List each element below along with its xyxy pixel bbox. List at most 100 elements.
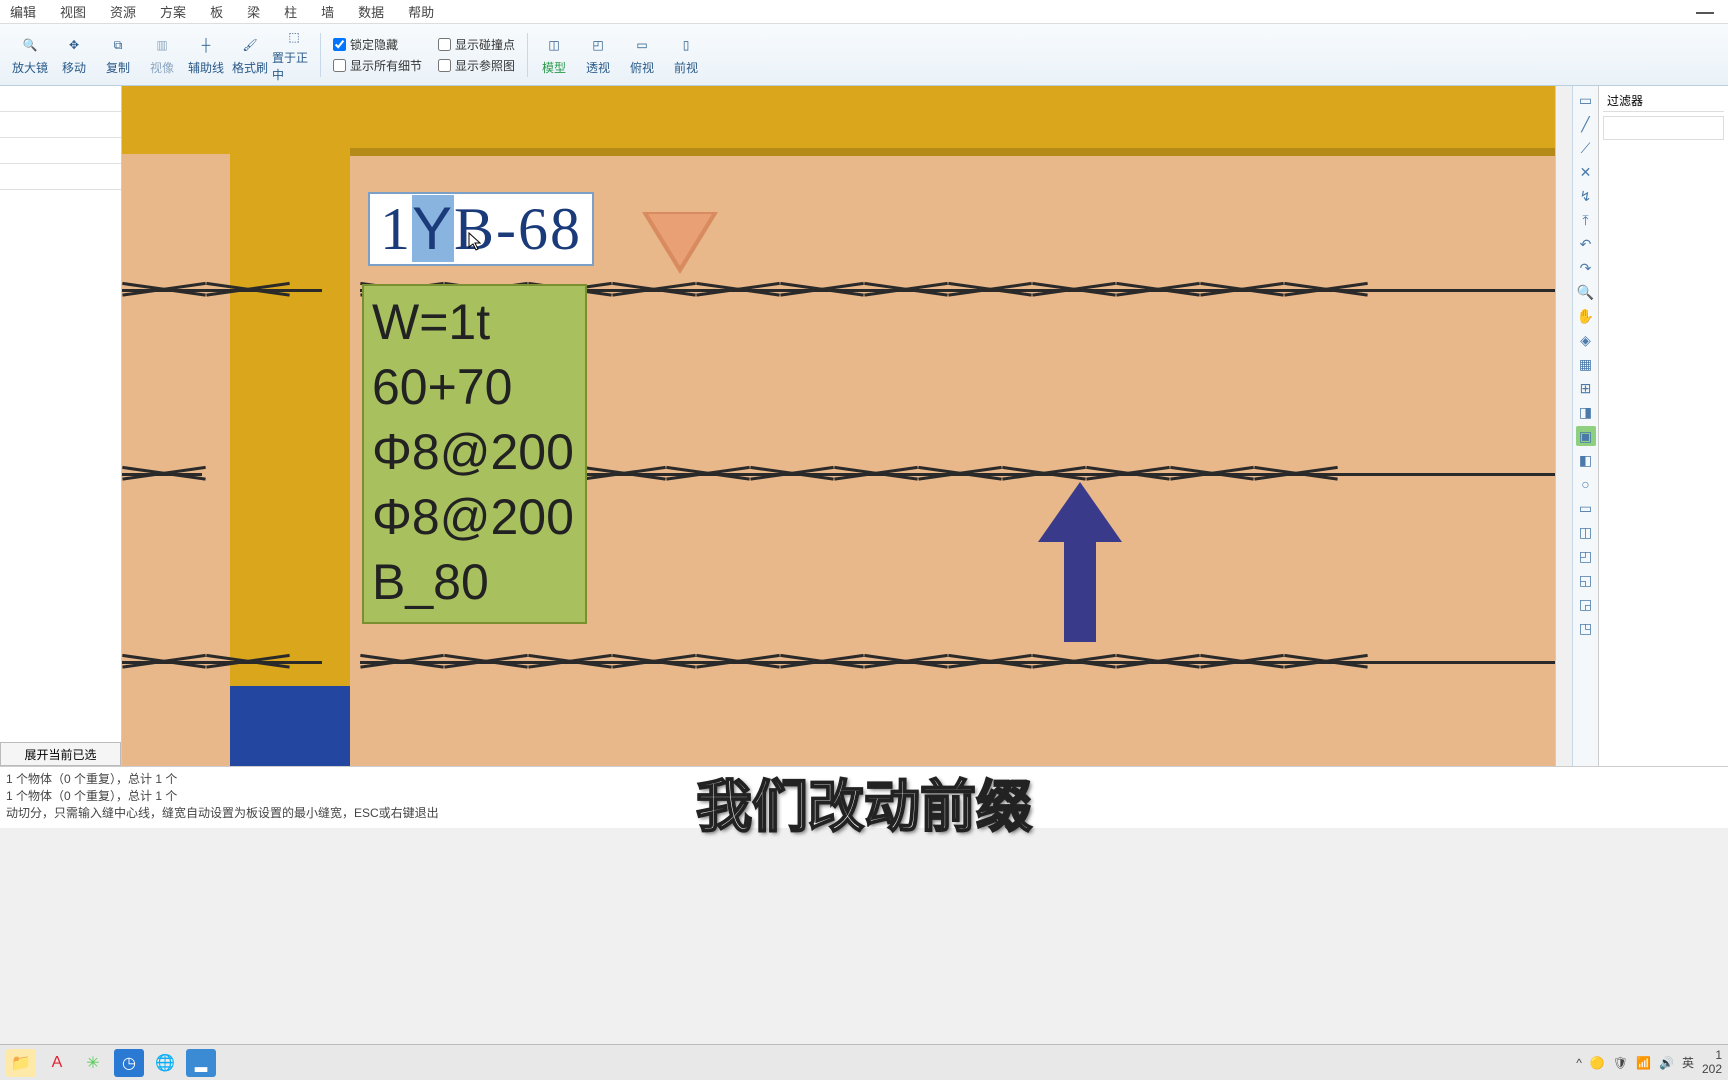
menu-resource[interactable]: 资源 [110, 2, 136, 21]
perspective-icon: ◰ [586, 33, 610, 57]
cube-icon: ◫ [542, 33, 566, 57]
display-checks-2: 显示碰撞点 显示参照图 [438, 36, 515, 74]
guideline-button[interactable]: ┼辅助线 [184, 27, 228, 83]
panel-row[interactable] [0, 138, 121, 164]
right-tool-6[interactable]: ↶ [1576, 234, 1596, 254]
taskbar: 📁 A ✳ ◷ 🌐 ▂ ^ 🟡 🛡 📶 🔊 英 1 202 [0, 1044, 1728, 1080]
top-view-icon: ▭ [630, 33, 654, 57]
tray-date: 202 [1702, 1063, 1722, 1076]
info-line: Φ8@200 [372, 485, 577, 550]
right-tool-19[interactable]: ◰ [1576, 546, 1596, 566]
info-line: B_80 [372, 550, 577, 615]
brush-icon: 🖌 [238, 33, 262, 57]
right-tool-11[interactable]: ▦ [1576, 354, 1596, 374]
panel-row[interactable] [0, 112, 121, 138]
expand-selection-button[interactable]: 展开当前已选 [0, 742, 121, 766]
view-model-button[interactable]: ◫模型 [532, 27, 576, 83]
right-tool-22[interactable]: ◳ [1576, 618, 1596, 638]
guideline-icon: ┼ [194, 33, 218, 57]
move-icon: ✥ [62, 33, 86, 57]
menu-data[interactable]: 数据 [358, 2, 384, 21]
video-subtitle: 我们改动前缀 [696, 762, 1032, 843]
menu-beam[interactable]: 梁 [247, 2, 260, 21]
view-front-button[interactable]: ▯前视 [664, 27, 708, 83]
panel-row[interactable] [0, 164, 121, 190]
filter-header: 过滤器 [1603, 90, 1724, 112]
menu-edit[interactable]: 编辑 [10, 2, 36, 21]
format-painter-button[interactable]: 🖌格式刷 [228, 27, 272, 83]
filter-input[interactable] [1603, 116, 1724, 140]
center-icon: ⬚ [282, 27, 306, 47]
right-tool-4[interactable]: ↯ [1576, 186, 1596, 206]
right-tool-9[interactable]: ✋ [1576, 306, 1596, 326]
tray-volume-icon[interactable]: 🔊 [1659, 1056, 1674, 1070]
beam-edge [336, 148, 1572, 156]
menu-plan[interactable]: 方案 [160, 2, 186, 21]
tray-chevron-icon[interactable]: ^ [1576, 1056, 1582, 1070]
taskbar-app[interactable]: A [42, 1049, 72, 1077]
model-canvas[interactable]: 1YB-68 W=1t 60+70 Φ8@200 Φ8@200 B_80 [122, 86, 1572, 766]
copy-button[interactable]: ⧉复制 [96, 27, 140, 83]
chk-show-reference[interactable]: 显示参照图 [438, 57, 515, 74]
right-tool-21[interactable]: ◲ [1576, 594, 1596, 614]
system-tray: ^ 🟡 🛡 📶 🔊 英 1 202 [1576, 1049, 1722, 1075]
chk-show-collision[interactable]: 显示碰撞点 [438, 36, 515, 53]
menu-help[interactable]: 帮助 [408, 2, 434, 21]
info-line: W=1t [372, 290, 577, 355]
column-base [230, 686, 350, 766]
menu-slab[interactable]: 板 [210, 2, 223, 21]
right-tool-17[interactable]: ▭ [1576, 498, 1596, 518]
right-tool-8[interactable]: 🔍 [1576, 282, 1596, 302]
right-tool-18[interactable]: ◫ [1576, 522, 1596, 542]
mirror-icon: ▥ [150, 33, 174, 57]
component-label-edit[interactable]: 1YB-68 [368, 192, 594, 266]
rebar-row [122, 464, 202, 482]
chk-show-detail[interactable]: 显示所有细节 [333, 57, 422, 74]
rebar-row [582, 464, 1556, 482]
right-tool-13[interactable]: ◨ [1576, 402, 1596, 422]
display-checks-1: 锁定隐藏 显示所有细节 [333, 36, 422, 74]
right-tool-10[interactable]: ◈ [1576, 330, 1596, 350]
rebar-row [360, 652, 1556, 670]
center-button[interactable]: ⬚置于正中 [272, 27, 316, 83]
right-tool-7[interactable]: ↷ [1576, 258, 1596, 278]
taskbar-app[interactable]: ◷ [114, 1049, 144, 1077]
tray-wifi-icon[interactable]: 📶 [1636, 1056, 1651, 1070]
taskbar-app[interactable]: ▂ [186, 1049, 216, 1077]
right-tool-2[interactable]: ⟋ [1576, 138, 1596, 158]
filter-panel: 过滤器 [1598, 86, 1728, 766]
taskbar-app[interactable]: 🌐 [150, 1049, 180, 1077]
right-tool-20[interactable]: ◱ [1576, 570, 1596, 590]
right-tool-strip: ▭ ╱ ⟋ ✕ ↯ ⤒ ↶ ↷ 🔍 ✋ ◈ ▦ ⊞ ◨ ▣ ◧ ○ ▭ ◫ ◰ ◱ ◲ ◳ [1572, 86, 1598, 766]
view-perspective-button[interactable]: ◰透视 [576, 27, 620, 83]
taskbar-app[interactable]: 📁 [6, 1049, 36, 1077]
menu-column[interactable]: 柱 [284, 2, 297, 21]
view-top-button[interactable]: ▭俯视 [620, 27, 664, 83]
menu-view[interactable]: 视图 [60, 2, 86, 21]
panel-row[interactable] [0, 86, 121, 112]
move-button[interactable]: ✥移动 [52, 27, 96, 83]
right-tool-16[interactable]: ○ [1576, 474, 1596, 494]
front-view-icon: ▯ [674, 33, 698, 57]
zoom-button[interactable]: 🔍放大镜 [8, 27, 52, 83]
info-line: Φ8@200 [372, 420, 577, 485]
tray-ime[interactable]: 英 [1682, 1054, 1694, 1071]
mirror-button[interactable]: ▥视像 [140, 27, 184, 83]
rebar-row [122, 652, 322, 670]
zoom-icon: 🔍 [18, 33, 42, 57]
right-tool-15[interactable]: ◧ [1576, 450, 1596, 470]
right-tool-0[interactable]: ▭ [1576, 90, 1596, 110]
taskbar-app[interactable]: ✳ [78, 1049, 108, 1077]
tray-shield-icon[interactable]: 🛡 [1613, 1056, 1628, 1070]
chk-lock-hide[interactable]: 锁定隐藏 [333, 36, 422, 53]
copy-icon: ⧉ [106, 33, 130, 57]
window-minimize[interactable] [1696, 12, 1714, 14]
right-tool-14[interactable]: ▣ [1576, 426, 1596, 446]
right-tool-5[interactable]: ⤒ [1576, 210, 1596, 230]
menu-wall[interactable]: 墙 [321, 2, 334, 21]
tray-icon[interactable]: 🟡 [1590, 1056, 1605, 1070]
marker-triangle-inner [648, 214, 712, 266]
right-tool-3[interactable]: ✕ [1576, 162, 1596, 182]
right-tool-1[interactable]: ╱ [1576, 114, 1596, 134]
right-tool-12[interactable]: ⊞ [1576, 378, 1596, 398]
